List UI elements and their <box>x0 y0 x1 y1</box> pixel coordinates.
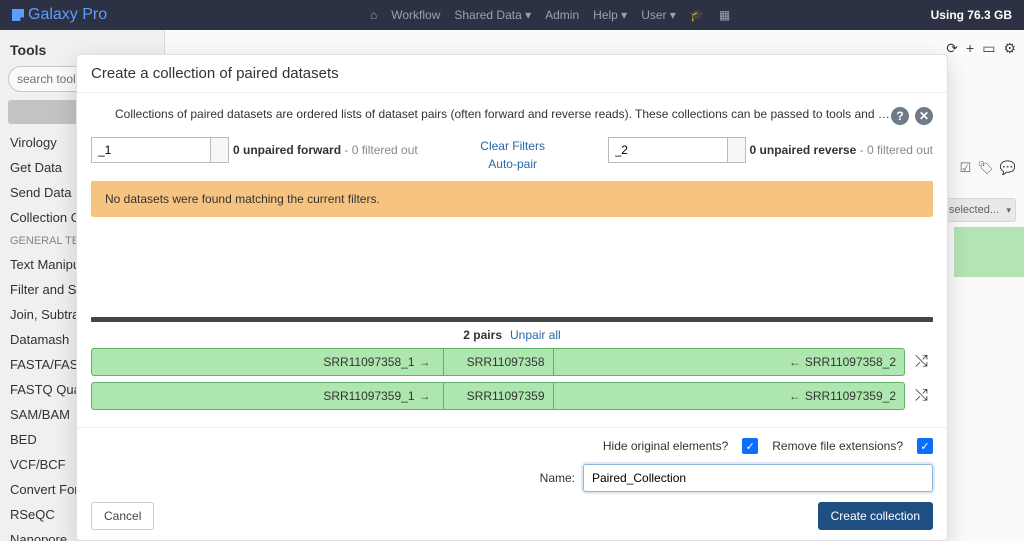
forward-filter-input[interactable] <box>91 137 211 163</box>
usage-indicator: Using 76.3 GB <box>931 8 1012 22</box>
arrow-left-icon: ← <box>789 355 801 369</box>
no-datasets-alert: No datasets were found matching the curr… <box>91 181 933 217</box>
reverse-filter-clear[interactable] <box>728 137 746 163</box>
filter-row: 0 unpaired forward - 0 filtered out Clea… <box>91 137 933 173</box>
nav-help[interactable]: Help ▾ <box>593 8 627 22</box>
nav-admin[interactable]: Admin <box>545 8 579 22</box>
close-icon[interactable]: ✕ <box>915 107 933 125</box>
nav-workflow[interactable]: Workflow <box>391 8 440 22</box>
hide-original-checkbox[interactable]: ✓ <box>742 438 758 454</box>
nav-shared-data[interactable]: Shared Data ▾ <box>454 8 531 22</box>
logo: Galaxy Pro <box>12 6 107 24</box>
topbar: Galaxy Pro ⌂ Workflow Shared Data ▾ Admi… <box>0 0 1024 30</box>
reverse-unpaired-label: 0 unpaired reverse - 0 filtered out <box>750 143 933 157</box>
arrow-right-icon: → <box>419 389 431 403</box>
help-text: Collections of paired datasets are order… <box>115 107 894 121</box>
pair-reverse: SRR11097358_2 <box>805 355 896 369</box>
pair-forward: SRR11097359_1 <box>323 389 414 403</box>
clear-filters-link[interactable]: Clear Filters <box>418 137 608 155</box>
divider[interactable] <box>91 317 933 322</box>
forward-unpaired-label: 0 unpaired forward - 0 filtered out <box>233 143 418 157</box>
pair-name: SRR11097358 <box>444 349 554 375</box>
pair-row: SRR11097358_1 → SRR11097358 ← SRR11097358_2 ⤭ <box>91 348 933 376</box>
forward-filter-clear[interactable] <box>211 137 229 163</box>
create-collection-button[interactable]: Create collection <box>818 502 933 530</box>
paired-collection-modal: Create a collection of paired datasets C… <box>76 54 948 541</box>
swap-icon[interactable]: ⤭ <box>915 353 933 371</box>
pair-item[interactable]: SRR11097359_1 → SRR11097359 ← SRR11097359_2 <box>91 382 905 410</box>
remove-ext-label: Remove file extensions? <box>772 439 903 453</box>
nav-center: ⌂ Workflow Shared Data ▾ Admin Help ▾ Us… <box>370 8 730 22</box>
unpair-all-link[interactable]: Unpair all <box>510 328 561 342</box>
pair-forward: SRR11097358_1 <box>323 355 414 369</box>
hide-original-label: Hide original elements? <box>603 439 728 453</box>
reverse-filter-input[interactable] <box>608 137 728 163</box>
pair-reverse: SRR11097359_2 <box>805 389 896 403</box>
swap-icon[interactable]: ⤭ <box>915 387 933 405</box>
home-icon[interactable]: ⌂ <box>370 8 377 22</box>
cancel-button[interactable]: Cancel <box>91 502 154 530</box>
pair-name: SRR11097359 <box>444 383 554 409</box>
arrow-right-icon: → <box>419 355 431 369</box>
nav-user[interactable]: User ▾ <box>641 8 676 22</box>
help-icon[interactable]: ? <box>891 107 909 125</box>
name-label: Name: <box>540 471 575 485</box>
pair-item[interactable]: SRR11097358_1 → SRR11097358 ← SRR11097358_2 <box>91 348 905 376</box>
grad-cap-icon[interactable]: 🎓 <box>690 8 705 22</box>
pairs-header: 2 pairsUnpair all <box>91 328 933 342</box>
arrow-left-icon: ← <box>789 389 801 403</box>
auto-pair-link[interactable]: Auto-pair <box>418 155 608 173</box>
modal-backdrop: Create a collection of paired datasets C… <box>0 30 1024 541</box>
grid-icon[interactable]: ▦ <box>719 8 730 22</box>
modal-title: Create a collection of paired datasets <box>77 55 947 93</box>
collection-name-input[interactable] <box>583 464 933 492</box>
remove-ext-checkbox[interactable]: ✓ <box>917 438 933 454</box>
pair-row: SRR11097359_1 → SRR11097359 ← SRR11097359_2 ⤭ <box>91 382 933 410</box>
